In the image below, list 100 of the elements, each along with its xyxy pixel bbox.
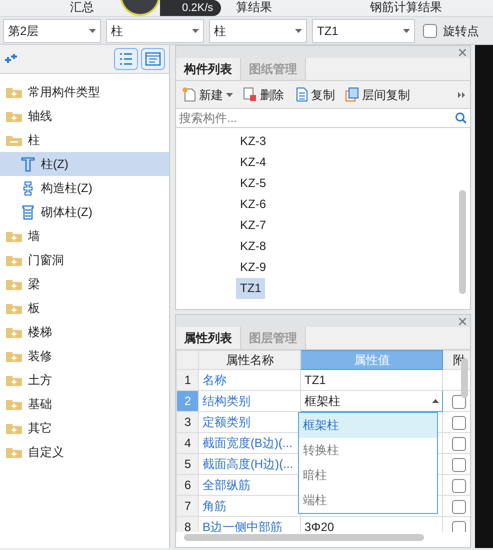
row-number[interactable]: 7: [176, 496, 199, 516]
table-cell: TZ1: [300, 370, 443, 390]
more-icon: [458, 92, 466, 98]
toolbar-button[interactable]: 删除: [241, 86, 286, 104]
caret-icon: [89, 28, 96, 32]
window-view-button[interactable]: [141, 48, 165, 70]
speed-text: 0.2K/s: [182, 2, 214, 14]
tree-label: 梁: [28, 276, 40, 293]
window-icon: [145, 52, 161, 66]
tree-label: 其它: [28, 420, 52, 437]
tree-label: 轴线: [28, 108, 52, 125]
new-file-icon: [182, 87, 196, 102]
dropdown[interactable]: 柱: [106, 18, 204, 42]
tree-node[interactable]: 装修: [0, 344, 169, 368]
tree-node[interactable]: 自定义: [0, 440, 169, 464]
tree-node[interactable]: 板: [0, 296, 169, 320]
tree-node[interactable]: 土方: [0, 368, 169, 392]
tree-label: 基础: [28, 396, 52, 413]
checkbox[interactable]: [452, 394, 466, 409]
close-icon: [459, 49, 466, 56]
checkbox[interactable]: [423, 24, 437, 38]
list-item[interactable]: KZ-4: [236, 152, 270, 173]
tree-node[interactable]: 梁: [0, 272, 169, 296]
tab[interactable]: 汇总: [70, 0, 94, 15]
caret-icon: [403, 28, 410, 32]
tree-label: 柱: [28, 132, 40, 149]
column-header: 属性值: [300, 350, 443, 370]
tree-item[interactable]: 砌体柱(Z): [0, 200, 169, 224]
list-item[interactable]: KZ-7: [236, 215, 270, 236]
list-item[interactable]: KZ-9: [236, 257, 270, 278]
caret-icon: [295, 28, 302, 32]
list-item[interactable]: KZ-5: [236, 173, 270, 194]
checkbox[interactable]: [452, 478, 466, 493]
copy-icon: [345, 87, 359, 102]
delete-icon: [243, 87, 257, 102]
tree-label: 板: [28, 300, 40, 317]
tree-node[interactable]: 墙: [0, 224, 169, 248]
tree-label: 门窗洞: [28, 252, 64, 269]
toolbar-button[interactable]: 层间复制: [343, 86, 412, 104]
tree-node[interactable]: 轴线: [0, 104, 169, 128]
checkbox[interactable]: [452, 416, 466, 430]
row-number[interactable]: 3: [176, 412, 199, 432]
tree-node[interactable]: 柱: [0, 128, 169, 152]
column-icon: [21, 204, 35, 220]
column-icon: [21, 156, 35, 172]
column-header: 属性名称: [198, 350, 301, 370]
list-item[interactable]: KZ-6: [236, 194, 270, 215]
close-icon: [459, 318, 466, 325]
caret-icon: [226, 92, 233, 96]
toolbar-button[interactable]: 复制: [292, 86, 337, 104]
tree-label: 楼梯: [28, 324, 52, 341]
list-item[interactable]: KZ-3: [236, 131, 270, 152]
dropdown-option[interactable]: 转换柱: [299, 438, 437, 463]
tree-node[interactable]: 楼梯: [0, 320, 169, 344]
row-number[interactable]: 8: [176, 516, 199, 532]
checkbox[interactable]: [452, 500, 466, 514]
list-item[interactable]: TZ1: [236, 278, 266, 299]
tree-label: 砌体柱(Z): [41, 204, 92, 221]
row-number[interactable]: 4: [176, 432, 199, 454]
dropdown[interactable]: TZ1: [312, 18, 415, 42]
tree-node[interactable]: 常用构件类型: [0, 80, 169, 104]
list-icon: [118, 52, 134, 66]
tree-label: 土方: [28, 372, 52, 389]
tab[interactable]: 钢筋计算结果: [370, 0, 442, 15]
dropdown-option[interactable]: 端柱: [299, 488, 437, 513]
tree-node[interactable]: 基础: [0, 392, 169, 416]
checkbox[interactable]: [452, 458, 466, 472]
checkbox-label: 旋转点: [443, 22, 479, 40]
table-cell: 结构类别: [198, 390, 301, 412]
tree-item[interactable]: 构造柱(Z): [0, 176, 169, 200]
list-view-button[interactable]: [114, 48, 138, 70]
tab[interactable]: 算结果: [236, 0, 272, 15]
list-item[interactable]: KZ-8: [236, 236, 270, 257]
checkbox[interactable]: [452, 520, 466, 532]
column-icon: [21, 180, 35, 196]
scrollbar-thumb[interactable]: [459, 190, 466, 294]
tree-label: 自定义: [28, 444, 64, 461]
tree-label: 柱(Z): [41, 156, 68, 173]
dropdown[interactable]: 柱: [209, 18, 307, 42]
caret-icon: [432, 399, 440, 403]
tree-label: 常用构件类型: [28, 84, 100, 101]
scrollbar-thumb[interactable]: [184, 534, 424, 541]
tree-item[interactable]: 柱(Z): [0, 152, 169, 176]
document-icon: [294, 87, 308, 102]
tree-node[interactable]: 其它: [0, 416, 169, 440]
tree-label: 装修: [28, 348, 52, 365]
search-icon: [455, 112, 467, 124]
row-number[interactable]: 1: [176, 370, 199, 390]
dropdown[interactable]: 第2层: [3, 18, 101, 42]
add-icon: [4, 53, 18, 65]
row-number[interactable]: 5: [176, 454, 199, 474]
tree-label: 墙: [28, 228, 40, 245]
checkbox[interactable]: [452, 436, 466, 451]
toolbar-button[interactable]: 新建: [180, 86, 235, 104]
tree-node[interactable]: 门窗洞: [0, 248, 169, 272]
row-number[interactable]: 6: [176, 474, 199, 496]
dropdown-option[interactable]: 框架柱: [299, 413, 437, 438]
tree-label: 构造柱(Z): [41, 180, 92, 197]
dropdown-option[interactable]: 暗柱: [299, 463, 437, 488]
caret-icon: [192, 28, 199, 32]
